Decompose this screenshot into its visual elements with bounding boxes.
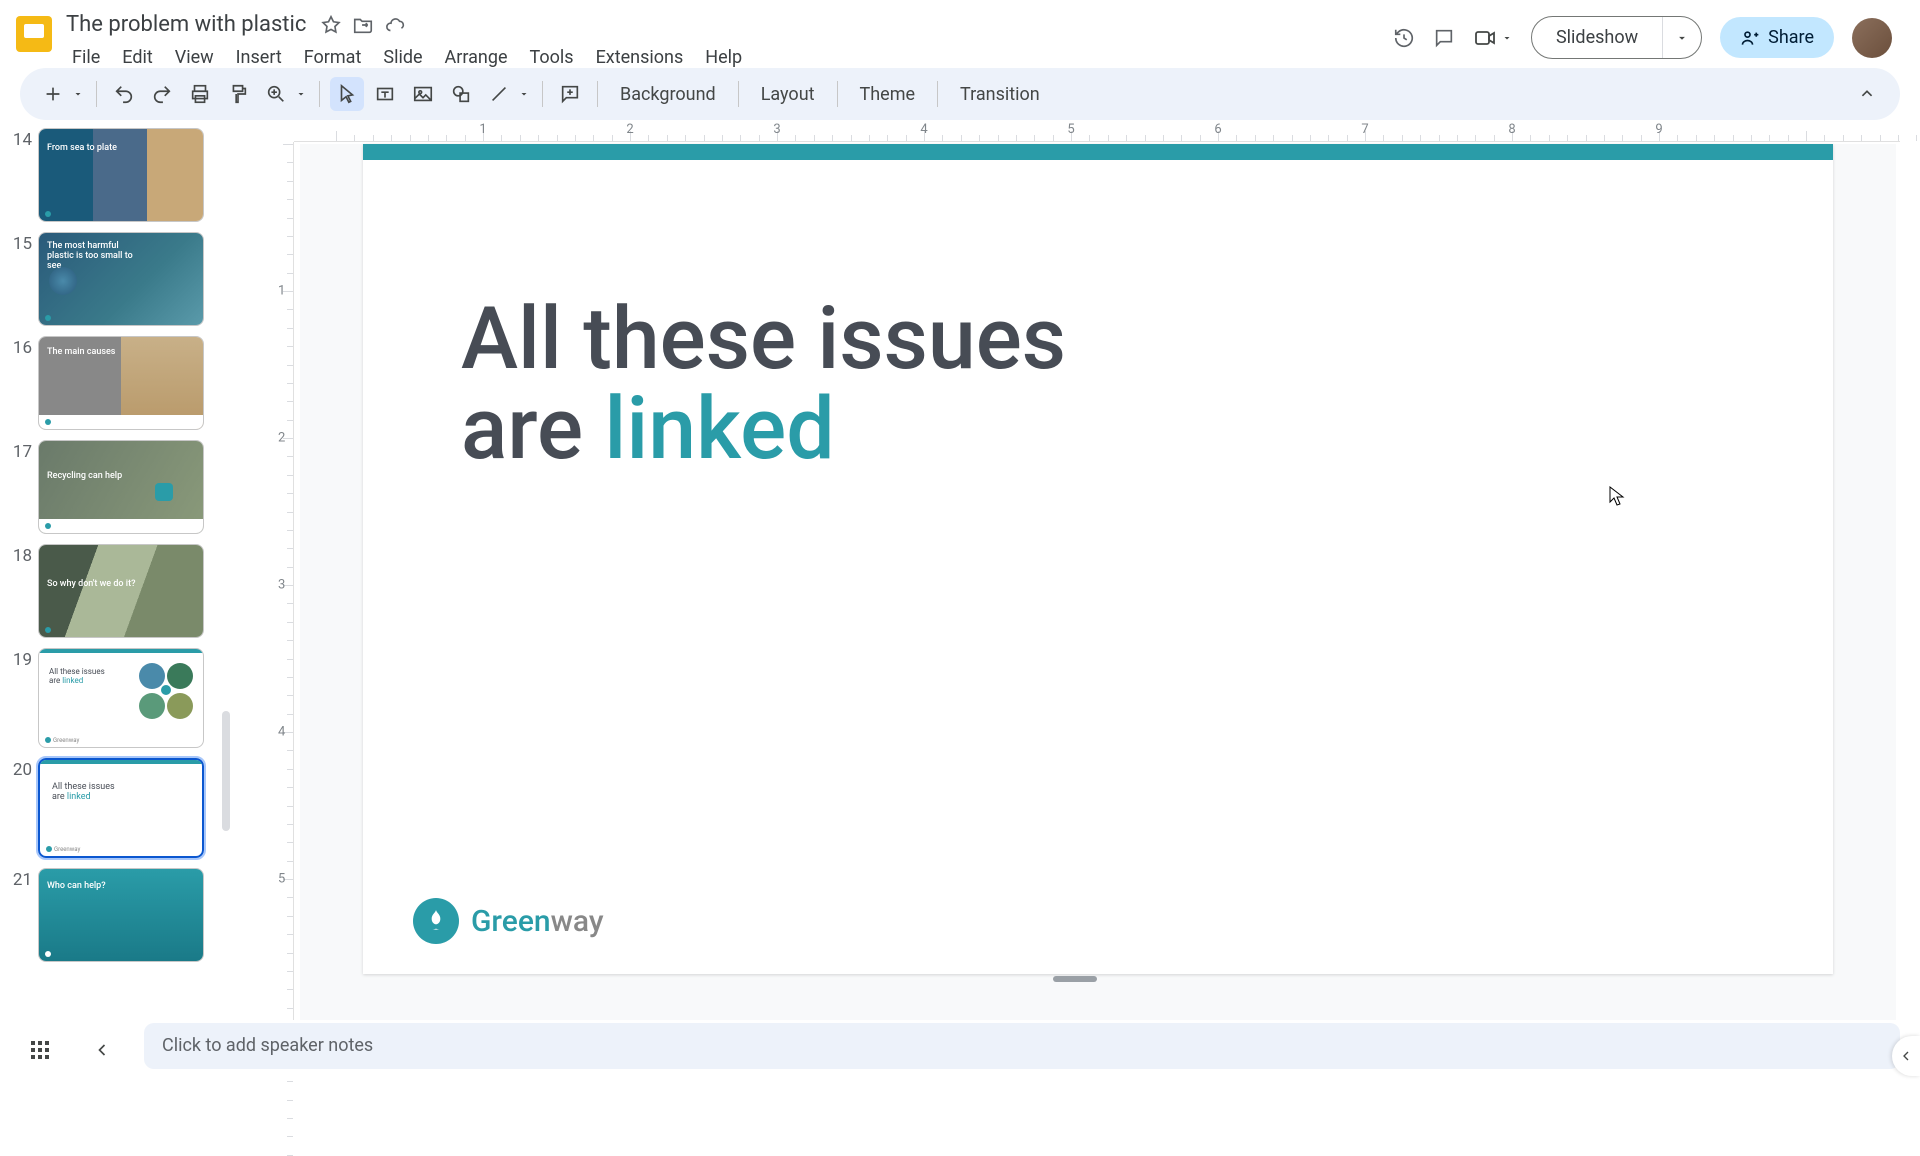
slideshow-group: Slideshow [1531, 16, 1702, 59]
canvas-wrap: 123456789 12345 All these issues are lin… [230, 120, 1920, 1080]
undo-button[interactable] [107, 77, 141, 111]
shape-tool[interactable] [444, 77, 478, 111]
share-button[interactable]: Share [1720, 17, 1834, 58]
menu-file[interactable]: File [62, 43, 110, 72]
menu-help[interactable]: Help [695, 43, 752, 72]
slide-thumbnail-15[interactable]: The most harmful plastic is too small to… [38, 232, 204, 326]
share-label: Share [1768, 27, 1814, 48]
slide-thumbnail-18[interactable]: So why don't we do it? [38, 544, 204, 638]
zoom-button[interactable] [259, 77, 293, 111]
menu-view[interactable]: View [165, 43, 224, 72]
slide-thumbnail-21[interactable]: Who can help? [38, 868, 204, 962]
star-icon[interactable] [320, 14, 342, 36]
line-caret[interactable] [516, 88, 532, 100]
theme-button[interactable]: Theme [848, 78, 928, 111]
filmstrip[interactable]: 14 From sea to plate 15 The most harmful… [0, 120, 230, 1080]
slide-canvas[interactable]: All these issues are linked Greenway [363, 144, 1833, 974]
comments-icon[interactable] [1433, 27, 1455, 49]
doc-title[interactable]: The problem with plastic [62, 10, 310, 39]
slide-thumbnail-14[interactable]: From sea to plate [38, 128, 204, 222]
slide-number: 14 [8, 128, 32, 150]
speaker-notes-input[interactable]: Click to add speaker notes [144, 1023, 1900, 1069]
menu-bar: File Edit View Insert Format Slide Arran… [62, 39, 1393, 72]
logo-text: Greenway [471, 904, 604, 939]
layout-button[interactable]: Layout [749, 78, 827, 111]
image-tool[interactable] [406, 77, 440, 111]
transition-button[interactable]: Transition [948, 78, 1052, 111]
new-slide-button[interactable] [36, 77, 70, 111]
history-icon[interactable] [1393, 27, 1415, 49]
notes-resize-handle[interactable] [1053, 976, 1097, 982]
slides-app-icon[interactable] [10, 10, 58, 58]
horizontal-ruler[interactable]: 123456789 [294, 120, 1900, 142]
slide-number: 18 [8, 544, 32, 566]
canvas-area[interactable]: All these issues are linked Greenway [300, 144, 1896, 1080]
slide-heading[interactable]: All these issues are linked [461, 294, 1066, 475]
slide-number: 19 [8, 648, 32, 670]
slide-number: 15 [8, 232, 32, 254]
slide-number: 20 [8, 758, 32, 780]
leaf-icon [413, 898, 459, 944]
slide-thumbnail-17[interactable]: Recycling can help [38, 440, 204, 534]
menu-edit[interactable]: Edit [112, 43, 162, 72]
redo-button[interactable] [145, 77, 179, 111]
menu-tools[interactable]: Tools [520, 43, 584, 72]
account-avatar[interactable] [1852, 18, 1892, 58]
cloud-saved-icon[interactable] [384, 14, 406, 36]
select-tool[interactable] [330, 77, 364, 111]
toolbar: Background Layout Theme Transition [20, 68, 1900, 120]
slideshow-button[interactable]: Slideshow [1532, 17, 1662, 58]
meet-button[interactable] [1473, 26, 1513, 50]
collapse-filmstrip-button[interactable] [80, 1028, 124, 1072]
menu-insert[interactable]: Insert [226, 43, 292, 72]
cursor-icon [1609, 486, 1625, 510]
menu-extensions[interactable]: Extensions [586, 43, 694, 72]
grid-view-button[interactable] [18, 1028, 62, 1072]
slide-number: 16 [8, 336, 32, 358]
zoom-caret[interactable] [293, 88, 309, 100]
slide-thumbnail-16[interactable]: The main causes [38, 336, 204, 430]
bottom-bar: Click to add speaker notes [0, 1020, 1920, 1080]
menu-format[interactable]: Format [294, 43, 372, 72]
slide-thumbnail-19[interactable]: All these issuesare linked Greenway [38, 648, 204, 748]
slide-logo[interactable]: Greenway [413, 898, 604, 944]
move-folder-icon[interactable] [352, 14, 374, 36]
menu-arrange[interactable]: Arrange [435, 43, 518, 72]
print-button[interactable] [183, 77, 217, 111]
paint-format-button[interactable] [221, 77, 255, 111]
slide-thumbnail-20[interactable]: All these issuesare linked Greenway [38, 758, 204, 858]
header: The problem with plastic File Edit View … [0, 0, 1920, 64]
slideshow-options-caret[interactable] [1662, 17, 1701, 58]
slide-number: 21 [8, 868, 32, 890]
slide-accent-bar [363, 144, 1833, 160]
collapse-toolbar-button[interactable] [1850, 77, 1884, 111]
background-button[interactable]: Background [608, 78, 728, 111]
menu-slide[interactable]: Slide [373, 43, 432, 72]
vertical-ruler[interactable]: 12345 [274, 142, 294, 1080]
new-slide-caret[interactable] [70, 88, 86, 100]
slide-number: 17 [8, 440, 32, 462]
comment-add-button[interactable] [553, 77, 587, 111]
textbox-tool[interactable] [368, 77, 402, 111]
line-tool[interactable] [482, 77, 516, 111]
main-area: 14 From sea to plate 15 The most harmful… [0, 120, 1920, 1080]
